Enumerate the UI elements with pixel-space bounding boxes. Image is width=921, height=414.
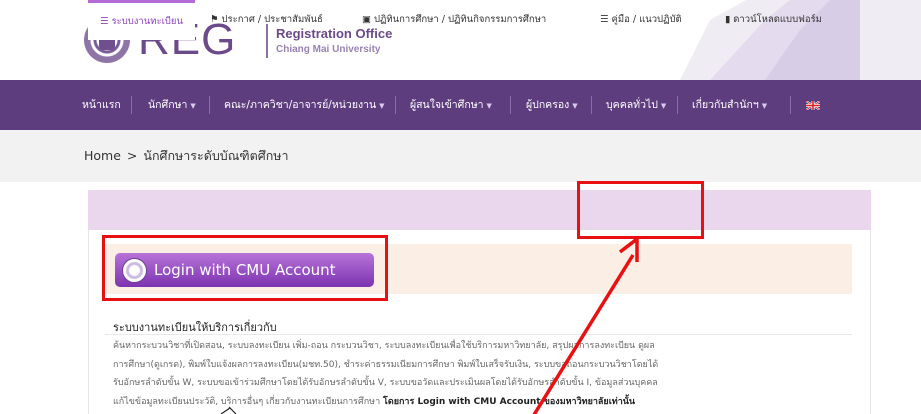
breadcrumb-current: นักศึกษาระดับบัณฑิตศึกษา: [143, 148, 289, 163]
breadcrumb-home-link[interactable]: Home: [84, 148, 121, 163]
nav-item-home[interactable]: หน้าแรก: [82, 80, 121, 130]
uk-flag-icon[interactable]: [806, 101, 820, 110]
calendar-icon: ▣: [362, 14, 371, 25]
nav-item-label: คณะ/ภาควิชา/อาจารย์/หน่วยงาน: [224, 99, 377, 111]
description-line: รับอักษรลำดับขั้น W, ระบบขอเข้าร่วมศึกษา…: [113, 378, 658, 388]
tab-academic-calendar[interactable]: ▣ ปฏิทินการศึกษา / ปฏิทินกิจกรรมการศึกษา: [362, 0, 546, 40]
chevron-down-icon: ▼: [761, 102, 768, 110]
breadcrumb-separator: >: [126, 148, 138, 163]
nav-item-parents[interactable]: ผู้ปกครอง ▼: [526, 80, 578, 130]
nav-item-students[interactable]: นักศึกษา ▼: [148, 80, 196, 130]
divider: [105, 334, 852, 335]
nav-item-label: บุคคลทั่วไป: [606, 99, 658, 111]
tab-registration-system[interactable]: ☰ ระบบงานทะเบียน: [88, 0, 195, 40]
list-icon: ☰: [600, 14, 609, 25]
nav-item-label: หน้าแรก: [82, 99, 121, 111]
nav-divider: [131, 96, 132, 114]
chevron-down-icon: ▼: [572, 102, 578, 110]
nav-item-label: ผู้ปกครอง: [526, 99, 570, 111]
nav-item-about[interactable]: เกี่ยวกับสำนักฯ ▼: [692, 80, 767, 130]
nav-item-applicants[interactable]: ผู้สนใจเข้าศึกษา ▼: [410, 80, 492, 130]
chevron-down-icon: ▼: [190, 102, 196, 110]
chevron-down-icon: ▼: [660, 102, 667, 110]
description-line: แก้ไขข้อมูลทะเบียนประวัติ, บริการอื่นๆ เ…: [113, 393, 848, 412]
description-text: แก้ไขข้อมูลทะเบียนประวัติ, บริการอื่นๆ เ…: [113, 396, 381, 407]
nav-divider: [790, 96, 791, 114]
breadcrumb: Home > นักศึกษาระดับบัณฑิตศึกษา: [84, 146, 289, 166]
nav-item-label: นักศึกษา: [148, 99, 188, 111]
database-icon: ☰: [100, 16, 109, 27]
annotation-box-manuals: [577, 181, 704, 239]
tab-download-forms[interactable]: ▮ ดาวน์โหลดแบบฟอร์ม: [725, 0, 822, 40]
nav-divider: [395, 96, 396, 114]
file-icon: ▮: [725, 14, 731, 25]
nav-divider: [591, 96, 592, 114]
services-description: ค้นหากระบวนวิชาที่เปิดสอน, ระบบลงทะเบียน…: [113, 337, 848, 411]
chevron-down-icon: ▼: [379, 102, 385, 110]
tab-label: ปฏิทินการศึกษา / ปฏิทินกิจกรรมการศึกษา: [373, 14, 547, 25]
tab-label: ดาวน์โหลดแบบฟอร์ม: [733, 14, 822, 25]
tab-label: ระบบงานทะเบียน: [111, 16, 183, 27]
tab-label: ประกาศ / ประชาสัมพันธ์: [221, 14, 323, 25]
login-requirement-note: โดยการ Login with CMU Account ของมหาวิทย…: [383, 396, 636, 407]
nav-divider: [677, 96, 678, 114]
nav-item-public[interactable]: บุคคลทั่วไป ▼: [606, 80, 666, 130]
tab-manuals[interactable]: ☰ คู่มือ / แนวปฏิบัติ: [600, 0, 682, 40]
annotation-box-login: [102, 235, 388, 301]
site-subtitle: Chiang Mai University: [276, 44, 381, 55]
tab-label: คู่มือ / แนวปฏิบัติ: [611, 14, 682, 25]
tab-announcements[interactable]: ⚑ ประกาศ / ประชาสัมพันธ์: [210, 0, 323, 40]
description-line: ค้นหากระบวนวิชาที่เปิดสอน, ระบบลงทะเบียน…: [113, 341, 655, 351]
nav-item-label: เกี่ยวกับสำนักฯ: [692, 99, 759, 111]
nav-divider: [510, 96, 511, 114]
chevron-down-icon: ▼: [486, 102, 492, 110]
nav-item-label: ผู้สนใจเข้าศึกษา: [410, 99, 484, 111]
nav-divider: [209, 96, 210, 114]
nav-item-faculty[interactable]: คณะ/ภาควิชา/อาจารย์/หน่วยงาน ▼: [224, 80, 385, 130]
main-nav: หน้าแรก นักศึกษา ▼ คณะ/ภาควิชา/อาจารย์/หน…: [0, 80, 921, 130]
megaphone-icon: ⚑: [210, 14, 219, 25]
description-line: การศึกษา(ดูเกรด), พิมพ์ใบแจ้งผลการลงทะเบ…: [113, 359, 659, 370]
tab-bar: [88, 190, 871, 230]
